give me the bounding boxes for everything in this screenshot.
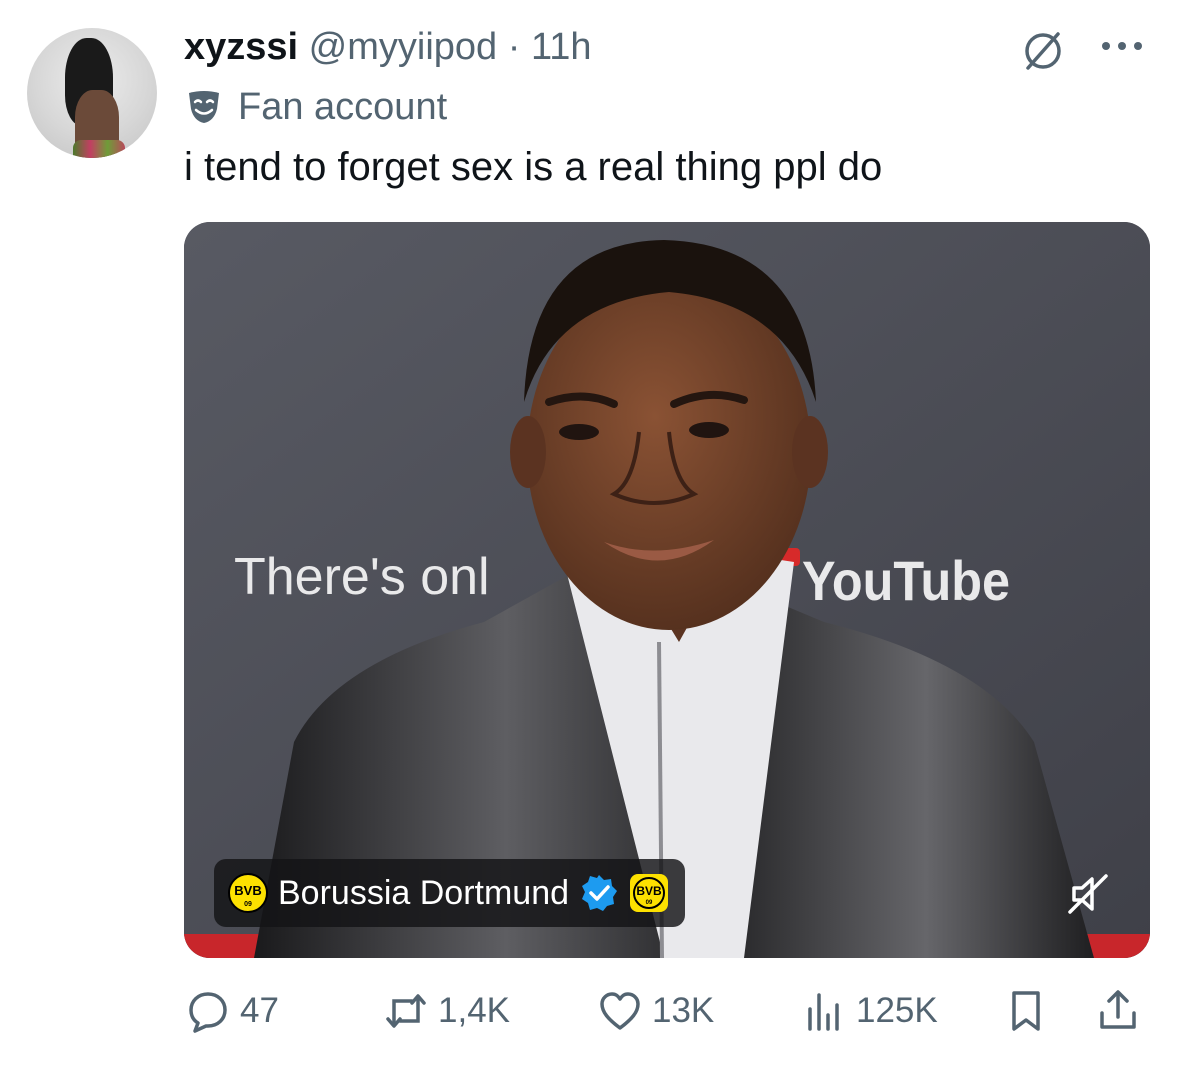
heart-icon (600, 992, 640, 1030)
badge-label: Fan account (238, 86, 448, 128)
view-count: 125K (856, 991, 938, 1030)
theater-mask-icon (189, 91, 219, 123)
bookmark-icon[interactable] (1004, 989, 1048, 1033)
avatar-figure-skirt (73, 140, 125, 158)
svg-text:09: 09 (244, 901, 252, 908)
bvb-logo-icon: BVB 09 (630, 874, 669, 912)
badge-line: Fan account (184, 84, 447, 130)
tweet[interactable]: xyzssi @myyiipod · 11h Fan account i ten… (0, 0, 1179, 1066)
display-name[interactable]: xyzssi (184, 26, 298, 68)
repost-button[interactable]: 1,4K (384, 983, 510, 1039)
like-button[interactable]: 13K (598, 983, 714, 1039)
tweet-header: xyzssi @myyiipod · 11h (184, 24, 592, 70)
views-button[interactable]: 125K (802, 983, 938, 1039)
bar-chart-icon (808, 993, 839, 1031)
tagged-account-name: Borussia Dortmund (278, 873, 570, 912)
reply-button[interactable]: 47 (186, 983, 279, 1039)
backdrop-brand: YouTube (802, 549, 1010, 612)
svg-text:09: 09 (646, 900, 653, 906)
backdrop-text: There's onl (234, 548, 490, 606)
bvb-logo-icon: BVB 09 (228, 873, 268, 913)
muted-speaker-icon[interactable] (1064, 870, 1112, 918)
repost-icon (386, 994, 426, 1028)
timestamp[interactable]: 11h (531, 26, 592, 68)
reply-count: 47 (240, 991, 279, 1030)
reply-icon (189, 992, 227, 1033)
verified-badge-icon (582, 875, 618, 911)
svg-text:BVB: BVB (234, 883, 261, 898)
action-bar: 47 1,4K 13K 125K (186, 983, 1146, 1039)
tagged-account-chip[interactable]: BVB 09 Borussia Dortmund BVB 09 (214, 859, 686, 927)
repost-count: 1,4K (438, 991, 510, 1030)
media-photo: There's onl YouTube (184, 222, 1150, 958)
no-entry-icon[interactable] (1020, 28, 1066, 74)
avatar[interactable] (27, 28, 157, 158)
user-handle[interactable]: @myyiipod (309, 26, 498, 68)
tweet-text: i tend to forget sex is a real thing ppl… (184, 145, 883, 189)
more-icon[interactable] (1100, 34, 1144, 58)
like-count: 13K (652, 991, 715, 1030)
media-attachment[interactable]: There's onl YouTube BVB 09 Borussia Dort… (184, 222, 1150, 958)
header-separator: · (507, 26, 521, 68)
share-icon[interactable] (1096, 987, 1140, 1031)
svg-text:BVB: BVB (636, 884, 662, 898)
